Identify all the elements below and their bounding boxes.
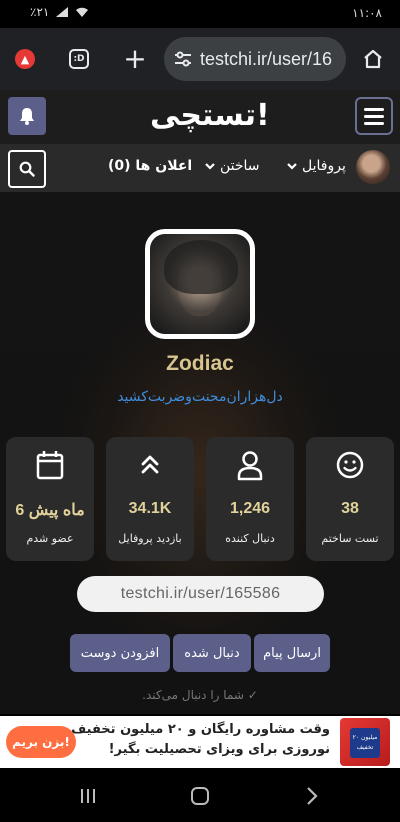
nav-build-label: ساختن (220, 158, 260, 174)
follows-you-text: شما را دنبال می‌کند. (142, 688, 244, 702)
ad-image: ۲۰ میلیون تخفیف (340, 718, 390, 766)
stat-card-tests: 38 تست ساختم (306, 437, 394, 561)
ad-headline: وقت مشاوره رایگان و ۲۰ میلیون تخفیف (71, 722, 330, 737)
profile-actions: ارسال پیام دنبال شده افزودن دوست (0, 634, 400, 672)
profile-username: Zodiac (166, 352, 234, 375)
profile-bio: دل‌هزاران‌محنت‌وضربت‌کشید (117, 389, 283, 405)
nav-build-menu[interactable]: ساختن (204, 158, 260, 174)
profile-hero: Zodiac دل‌هزاران‌محنت‌وضربت‌کشید 38 تست … (0, 192, 400, 714)
profile-avatar (145, 229, 255, 339)
back-button[interactable] (298, 782, 326, 810)
address-bar[interactable]: testchi.ir/user/16 (164, 37, 346, 81)
stat-value: 38 (341, 500, 359, 517)
add-friend-button[interactable]: افزودن دوست (70, 634, 170, 672)
stat-label: بازدید پروفایل (118, 532, 182, 545)
profile-url-box[interactable]: testchi.ir/user/165586 (77, 576, 324, 612)
url-text: testchi.ir/user/16 (200, 48, 333, 69)
followed-button[interactable]: دنبال شده (173, 634, 251, 672)
chevrons-up-icon (141, 455, 159, 474)
recents-button[interactable] (74, 782, 102, 810)
signal-icon (56, 7, 69, 17)
stat-value: 34.1K (128, 500, 172, 517)
send-message-button[interactable]: ارسال پیام (254, 634, 330, 672)
avatar-hair (164, 240, 238, 294)
wifi-icon (76, 7, 89, 17)
tab-count: :D (69, 49, 89, 69)
home-outline-icon (191, 787, 209, 805)
nav-notifications-label: اعلان ها (0) (108, 158, 193, 174)
search-button[interactable] (8, 150, 46, 188)
home-icon (364, 49, 382, 69)
system-home-button[interactable] (186, 782, 214, 810)
user-icon (237, 451, 263, 481)
nav-bar: اعلان ها (0) ساختن پروفایل (0, 144, 400, 192)
stats-row: 38 تست ساختم 1,246 دنبال کننده 34.1K باز… (6, 437, 394, 562)
browser-toolbar: ▲ :D + testchi.ir/user/16 (0, 28, 400, 90)
menu-bar (364, 107, 384, 111)
extension-icon: ▲ (15, 49, 35, 69)
status-left-icons: ٪۲۱ (30, 5, 89, 19)
site-logo[interactable]: تستچی! (150, 94, 271, 138)
stat-label: دنبال کننده (225, 532, 275, 545)
bell-icon (20, 108, 34, 125)
notifications-button[interactable] (8, 97, 46, 135)
stat-label: عضو شدم (26, 532, 74, 545)
clock: ۱۱:۰۸ (352, 6, 382, 20)
stat-card-views: 34.1K بازدید پروفایل (106, 437, 194, 561)
ad-subline: نوروزی برای ویزای تحصیلیت بگیر! (108, 742, 330, 757)
user-avatar[interactable] (356, 150, 390, 184)
extension-button[interactable]: ▲ (8, 42, 42, 76)
nav-notifications[interactable]: اعلان ها (0) (108, 158, 192, 174)
site-header: تستچی! (0, 90, 400, 144)
menu-bar (364, 121, 384, 125)
status-bar: ٪۲۱ ۱۱:۰۸ (0, 0, 400, 28)
search-icon (19, 161, 35, 177)
chevron-right-icon (307, 787, 318, 805)
stat-value: 6 ماه پیش (15, 502, 85, 519)
ad-cta-button[interactable]: بزن بریم! (6, 726, 76, 758)
chevron-down-icon (287, 163, 297, 170)
new-tab-button[interactable]: + (118, 42, 152, 76)
smile-icon (336, 451, 364, 479)
tab-switcher-button[interactable]: :D (62, 42, 96, 76)
stat-card-followers[interactable]: 1,246 دنبال کننده (206, 437, 294, 561)
battery-text: ٪۲۱ (30, 5, 50, 19)
stat-value: 1,246 (229, 500, 271, 517)
nav-profile-menu[interactable]: پروفایل (286, 158, 346, 174)
home-button[interactable] (356, 42, 390, 76)
plus-icon: + (123, 42, 147, 75)
chevron-down-icon (205, 163, 215, 170)
hamburger-menu-button[interactable] (355, 97, 393, 135)
site-settings-icon[interactable] (174, 51, 192, 67)
nav-profile-label: پروفایل (302, 158, 346, 174)
system-nav-bar (0, 768, 400, 822)
follows-you-note: ✓ شما را دنبال می‌کند. (0, 688, 400, 702)
ad-banner[interactable]: ۲۰ میلیون تخفیف وقت مشاوره رایگان و ۲۰ م… (0, 716, 400, 768)
recents-icon (81, 789, 95, 803)
stat-card-joined: 6 ماه پیش عضو شدم (6, 437, 94, 561)
calendar-icon (36, 451, 64, 480)
ad-badge: ۲۰ میلیون تخفیف (350, 728, 380, 758)
check-icon: ✓ (247, 688, 258, 702)
stat-label: تست ساختم (321, 532, 379, 545)
menu-bar (364, 114, 384, 118)
status-right: ۱۱:۰۸ (352, 6, 382, 20)
